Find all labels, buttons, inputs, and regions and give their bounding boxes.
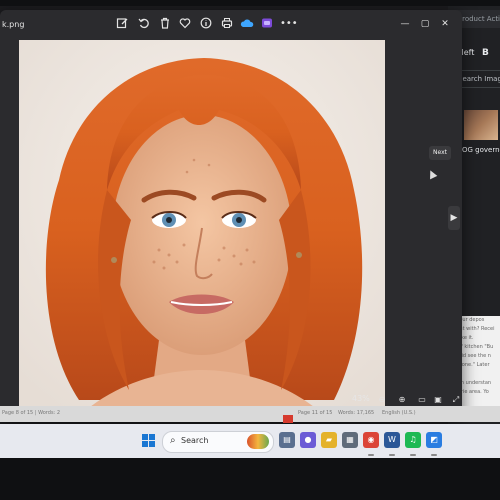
background-bold-label: B — [482, 48, 489, 58]
status-left: Page 8 of 15 | Words: 2 — [2, 410, 61, 416]
word-status-bar: Page 8 of 15 | Words: 2 Page 11 of 15 Wo… — [0, 406, 500, 422]
mouse-cursor-icon — [426, 168, 438, 180]
taskbar-search-label: Search — [181, 436, 209, 445]
folder-icon[interactable]: ▰ — [321, 432, 337, 448]
running-indicator — [431, 454, 437, 456]
status-page: Page 11 of 15 — [298, 410, 333, 416]
trash-icon[interactable] — [158, 17, 172, 31]
taskbar: ⌕ Search ▤ ● ▰ ▦ ◉ W ♫ ◩ — [0, 424, 500, 458]
next-tooltip: Next — [429, 146, 451, 160]
status-language: English (U.S.) — [382, 410, 416, 416]
next-image-button[interactable]: ▶ — [448, 206, 460, 230]
photos-icon[interactable]: ◩ — [426, 432, 442, 448]
heart-icon[interactable] — [178, 17, 192, 31]
cloud-icon[interactable] — [240, 17, 254, 31]
info-icon[interactable] — [199, 17, 213, 31]
chrome-icon[interactable]: ◉ — [363, 432, 379, 448]
photos-window: k.png ••• — ▢ ✕ Next ▶ 43% ⊖ ⊕ ▭ ▣ ⤢ — [0, 10, 462, 420]
running-indicator — [410, 454, 416, 456]
word-icon[interactable]: W — [384, 432, 400, 448]
image-thumbnail[interactable] — [464, 110, 498, 140]
windows-start-icon[interactable] — [142, 434, 156, 448]
minimize-button[interactable]: — — [396, 16, 414, 32]
zoom-in-icon[interactable]: ⊕ — [396, 394, 408, 406]
filmstrip-icon[interactable]: ▣ — [432, 394, 444, 406]
calendar-icon[interactable]: ▦ — [342, 432, 358, 448]
spotify-icon[interactable]: ♫ — [405, 432, 421, 448]
taskbar-search[interactable]: ⌕ Search — [162, 431, 274, 453]
clipchamp-icon[interactable] — [260, 17, 274, 31]
portrait-illustration — [19, 40, 385, 416]
rotate-icon[interactable] — [137, 17, 151, 31]
fullscreen-icon[interactable]: ⤢ — [450, 394, 462, 406]
running-indicator — [389, 454, 395, 456]
title-bar[interactable]: k.png ••• — ▢ ✕ — [0, 10, 462, 40]
file-name: k.png — [2, 20, 25, 29]
running-indicator — [368, 454, 374, 456]
edit-icon[interactable] — [115, 17, 129, 31]
red-indicator — [283, 415, 293, 423]
print-icon[interactable] — [220, 17, 234, 31]
status-words: Words: 17,165 — [338, 410, 375, 416]
search-highlight-icon — [247, 434, 269, 449]
zoom-out-icon[interactable]: ⊖ — [376, 394, 388, 406]
more-options-icon[interactable]: ••• — [280, 17, 298, 31]
file-explorer-icon[interactable]: ▤ — [279, 432, 295, 448]
screen: Product Activation e left B Search Image… — [0, 6, 500, 458]
zoom-level[interactable]: 43% — [352, 394, 370, 403]
maximize-button[interactable]: ▢ — [416, 16, 434, 32]
portrait-photo — [19, 40, 385, 416]
search-icon: ⌕ — [170, 435, 176, 446]
thumbnail-caption: OG governo — [462, 146, 500, 154]
chat-icon[interactable]: ● — [300, 432, 316, 448]
close-button[interactable]: ✕ — [436, 16, 454, 32]
fit-to-window-icon[interactable]: ▭ — [416, 394, 428, 406]
